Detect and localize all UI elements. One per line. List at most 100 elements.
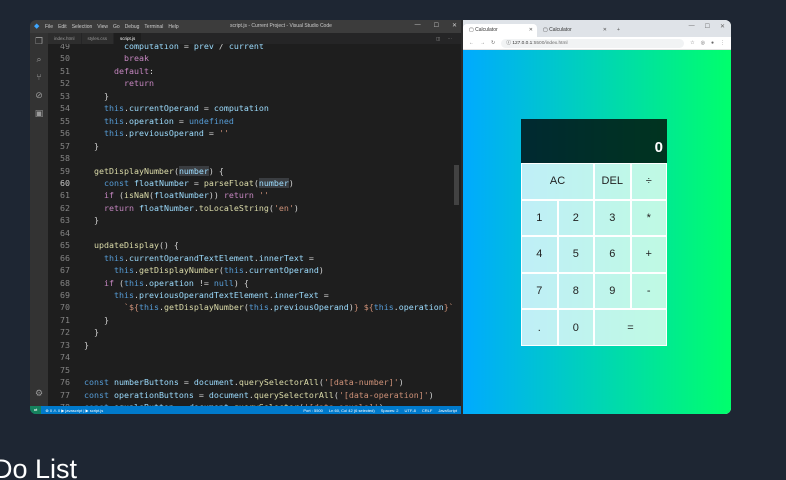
calc-button[interactable]: 3: [594, 199, 631, 237]
editor-scrollbar[interactable]: [454, 165, 459, 205]
calc-button[interactable]: 1: [521, 199, 558, 237]
code-line: 59 getDisplayNumber(number) {: [48, 165, 461, 177]
editor-tab[interactable]: index.html: [48, 33, 82, 44]
split-editor-icon[interactable]: ◫ ⋯: [436, 33, 461, 44]
extension-icon[interactable]: ◎: [701, 40, 705, 46]
calc-button[interactable]: 0: [557, 309, 594, 346]
menu-kebab-icon[interactable]: ⋮: [720, 40, 725, 46]
maximize-icon[interactable]: ☐: [434, 22, 439, 29]
code-text: if (isNaN(floatNumber)) return '': [103, 190, 269, 201]
code-line: 76 const numberButtons = document.querySe…: [48, 376, 461, 388]
menu-item-view[interactable]: View: [97, 24, 108, 30]
calc-button[interactable]: AC: [521, 163, 594, 200]
browser-tab[interactable]: ▢ Calculator ✕: [463, 24, 537, 37]
calc-button[interactable]: DEL: [594, 163, 631, 200]
forward-icon[interactable]: →: [480, 40, 485, 46]
code-line: 69 this.previousOperandTextElement.inner…: [48, 289, 461, 301]
code-line: 63 }: [48, 214, 461, 226]
code-line: 66 this.currentOperandTextElement.innerT…: [48, 252, 461, 264]
line-number: 61: [60, 190, 70, 201]
calc-button[interactable]: 8: [557, 272, 594, 310]
status-right: Port : 5500 Ln 60, Col 42 (6 selected) Spa…: [303, 408, 461, 413]
debug-icon[interactable]: ⊘: [34, 91, 44, 101]
code-line: 67 this.getDisplayNumber(this.currentOpe…: [48, 264, 461, 276]
close-tab-icon[interactable]: ✕: [529, 24, 533, 37]
code-editor[interactable]: 49 computation = prev / current 50 break 5…: [48, 44, 461, 406]
code-line: 57 }: [48, 140, 461, 152]
calc-button[interactable]: ÷: [630, 163, 667, 200]
menu-item-go[interactable]: Go: [113, 24, 120, 30]
close-icon[interactable]: ✕: [720, 23, 725, 30]
line-number: 73: [60, 339, 70, 350]
status-bar: ⇄ ⊗ 0 ⚠ 0 ▶ javascript | ▶ script.js Por…: [30, 406, 461, 414]
code-line: 70 `${this.getDisplayNumber(this.previou…: [48, 301, 461, 313]
line-number: 60: [60, 177, 70, 188]
browser-tab-label: Calculator: [549, 27, 572, 33]
code-text: this.currentOperand = computation: [103, 103, 269, 114]
calculator-grid: 0 AC DEL ÷ 1 2 3 * 4 5 6 +7 8 9-. 0 =: [521, 119, 667, 346]
search-icon[interactable]: ⌕: [34, 55, 44, 65]
explorer-icon[interactable]: ❐: [34, 37, 44, 47]
line-number: 56: [60, 128, 70, 139]
status-item[interactable]: JavaScript: [438, 408, 457, 413]
menu-item-help[interactable]: Help: [168, 24, 178, 30]
remote-indicator-icon[interactable]: ⇄: [30, 406, 42, 414]
new-tab-icon[interactable]: +: [611, 24, 626, 37]
back-icon[interactable]: ←: [469, 40, 474, 46]
maximize-icon[interactable]: ☐: [705, 23, 710, 30]
code-line: 62 return floatNumber.toLocaleString('en…: [48, 202, 461, 214]
menu-item-selection[interactable]: Selection: [72, 24, 93, 30]
browser-toolbar: ← → ↻ ⓘ 127.0.0.1:5500/index.html ☆ ◎ ● …: [463, 37, 731, 50]
calc-button[interactable]: .: [521, 309, 558, 346]
calc-button[interactable]: -: [630, 272, 667, 310]
gear-icon[interactable]: ⚙: [34, 389, 44, 399]
menu-item-file[interactable]: File: [45, 24, 53, 30]
code-text: const numberButtons = document.querySele…: [84, 377, 404, 388]
menu-item-edit[interactable]: Edit: [58, 24, 67, 30]
code-text: }: [84, 339, 89, 350]
status-left[interactable]: ⊗ 0 ⚠ 0 ▶ javascript | ▶ script.js: [41, 408, 103, 413]
calc-button[interactable]: =: [594, 309, 667, 346]
profile-icon[interactable]: ●: [711, 40, 714, 46]
status-item[interactable]: Ln 60, Col 42 (6 selected): [329, 408, 375, 413]
bookmark-star-icon[interactable]: ☆: [690, 40, 694, 46]
calc-button[interactable]: *: [630, 199, 667, 237]
status-item[interactable]: Spaces: 2: [381, 408, 399, 413]
address-bar[interactable]: ⓘ 127.0.0.1:5500/index.html: [501, 38, 685, 48]
source-control-icon[interactable]: ⑂: [34, 73, 44, 83]
line-number: 50: [60, 53, 70, 64]
menu-item-debug[interactable]: Debug: [125, 24, 140, 30]
extensions-icon[interactable]: ▣: [34, 109, 44, 119]
code-line: 56 this.previousOperand = '': [48, 127, 461, 139]
line-number: 49: [60, 44, 70, 51]
editor-tab[interactable]: styles.css: [81, 33, 115, 44]
close-icon[interactable]: ✕: [452, 22, 457, 29]
browser-window-controls: — ☐ ✕: [689, 23, 725, 30]
calc-button[interactable]: 2: [557, 199, 594, 237]
code-text: this.previousOperandTextElement.innerTex…: [113, 290, 329, 300]
status-item[interactable]: CRLF: [422, 408, 432, 413]
minimize-icon[interactable]: —: [415, 22, 421, 29]
editor-tab[interactable]: script.js: [114, 33, 143, 44]
calc-button[interactable]: 5: [557, 236, 594, 273]
calc-button[interactable]: 9: [594, 272, 631, 310]
code-text: const floatNumber = parseFloat(number): [103, 177, 294, 188]
browser-tab[interactable]: ▢ Calculator ✕: [537, 24, 611, 37]
line-number: 52: [60, 78, 70, 89]
close-tab-icon[interactable]: ✕: [603, 24, 607, 37]
calc-button[interactable]: +: [630, 236, 667, 273]
calc-button[interactable]: 4: [521, 236, 558, 273]
reload-icon[interactable]: ↻: [491, 40, 495, 46]
browser-nav: ← → ↻: [463, 40, 501, 46]
calc-button[interactable]: 6: [594, 236, 631, 273]
status-item[interactable]: UTF-8: [405, 408, 416, 413]
menu-item-terminal[interactable]: Terminal: [144, 24, 163, 30]
calc-button[interactable]: 7: [521, 272, 558, 310]
line-number: 76: [60, 377, 70, 388]
minimize-icon[interactable]: —: [689, 23, 695, 30]
code-line: 52 return: [48, 77, 461, 89]
status-item[interactable]: Port : 5500: [303, 408, 323, 413]
code-text: }: [84, 314, 109, 325]
code-line: 77 const operationButtons = document.quer…: [48, 389, 461, 401]
url-host: 127.0.0.1: [512, 40, 533, 46]
